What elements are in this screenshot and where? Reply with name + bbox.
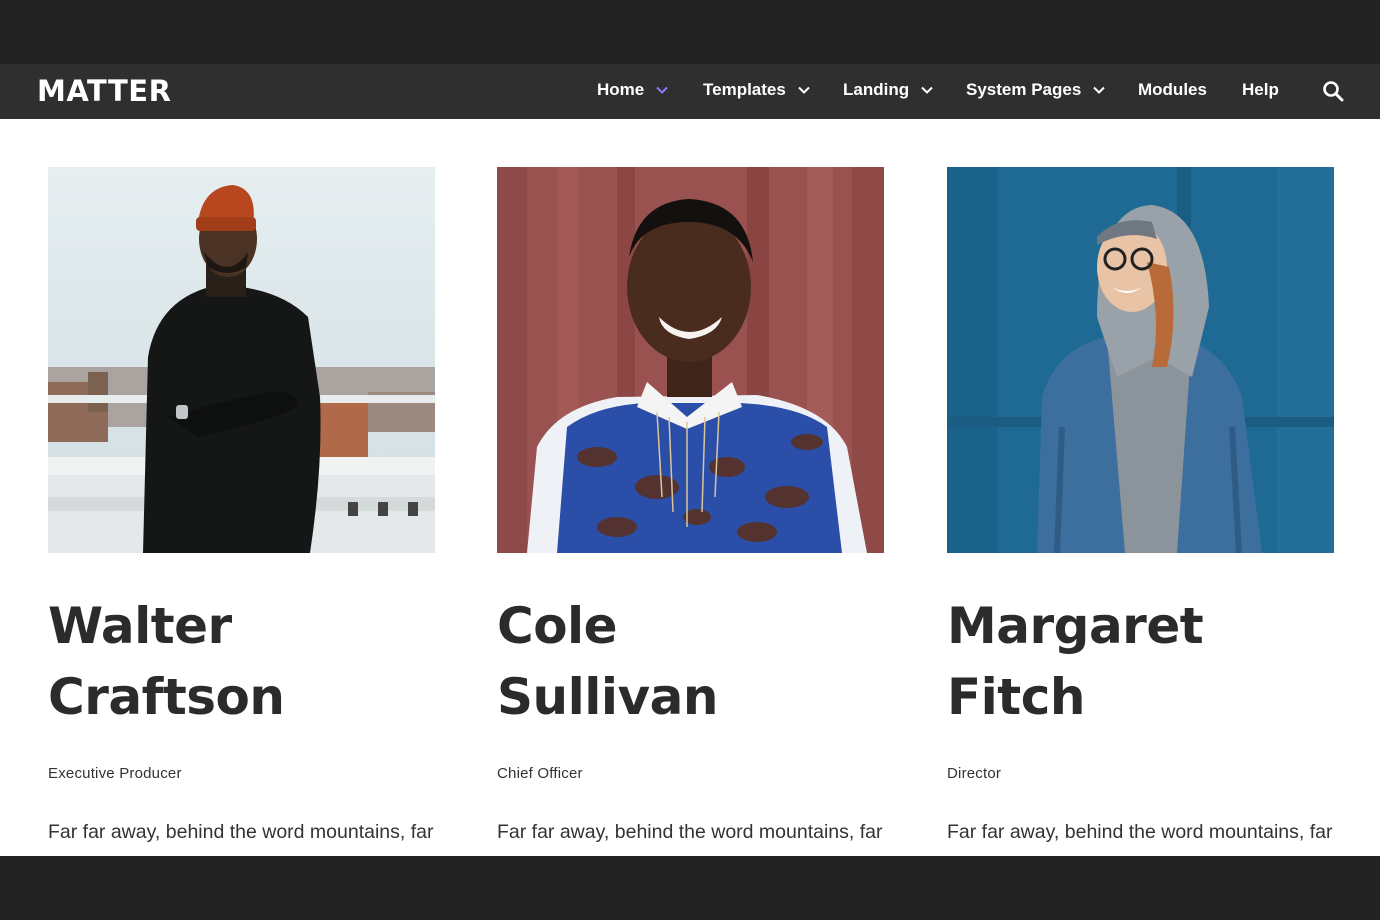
profile-photo	[497, 167, 884, 553]
member-name: Margaret Fitch	[947, 591, 1334, 733]
chevron-down-icon	[798, 86, 810, 94]
nav-landing[interactable]: Landing	[843, 80, 933, 100]
nav-templates-label: Templates	[703, 80, 786, 99]
nav-modules[interactable]: Modules	[1138, 80, 1207, 100]
member-first-name: Walter	[48, 597, 232, 655]
chevron-down-icon	[921, 86, 933, 94]
top-navbar: MATTER Home Templates Landing System Pag…	[0, 64, 1380, 119]
chevron-down-icon	[656, 86, 668, 94]
search-icon[interactable]	[1322, 80, 1344, 102]
member-name: Cole Sullivan	[497, 591, 884, 733]
nav-landing-label: Landing	[843, 80, 910, 99]
nav-help[interactable]: Help	[1242, 80, 1279, 100]
nav-help-label: Help	[1242, 80, 1279, 99]
nav-templates[interactable]: Templates	[703, 80, 810, 100]
profile-photo-image	[48, 167, 435, 553]
logo[interactable]: MATTER	[37, 74, 171, 108]
nav-modules-label: Modules	[1138, 80, 1207, 99]
team-card: Cole Sullivan Chief Officer Far far away…	[497, 167, 884, 856]
member-bio: Far far away, behind the word mountains,…	[947, 821, 1333, 856]
team-card: Margaret Fitch Director Far far away, be…	[947, 167, 1334, 856]
profile-photo	[947, 167, 1334, 553]
member-name: Walter Craftson	[48, 591, 435, 733]
nav-home[interactable]: Home	[597, 80, 668, 100]
member-role: Chief Officer	[497, 765, 583, 782]
nav-home-label: Home	[597, 80, 645, 99]
profile-photo	[48, 167, 435, 553]
member-first-name: Margaret	[947, 597, 1204, 655]
member-last-name: Fitch	[947, 668, 1085, 726]
profile-photo-image	[947, 167, 1334, 553]
nav-system-pages[interactable]: System Pages	[966, 80, 1106, 100]
member-bio: Far far away, behind the word mountains,…	[48, 821, 434, 856]
chevron-down-icon	[1093, 86, 1106, 94]
nav-system-pages-label: System Pages	[966, 80, 1082, 99]
team-section: Walter Craftson Executive Producer Far f…	[0, 119, 1380, 856]
team-card: Walter Craftson Executive Producer Far f…	[48, 167, 435, 856]
member-last-name: Craftson	[48, 668, 285, 726]
member-last-name: Sullivan	[497, 668, 718, 726]
member-role: Executive Producer	[48, 765, 182, 782]
profile-photo-image	[497, 167, 884, 553]
member-bio: Far far away, behind the word mountains,…	[497, 821, 883, 856]
member-first-name: Cole	[497, 597, 618, 655]
member-role: Director	[947, 765, 1002, 782]
